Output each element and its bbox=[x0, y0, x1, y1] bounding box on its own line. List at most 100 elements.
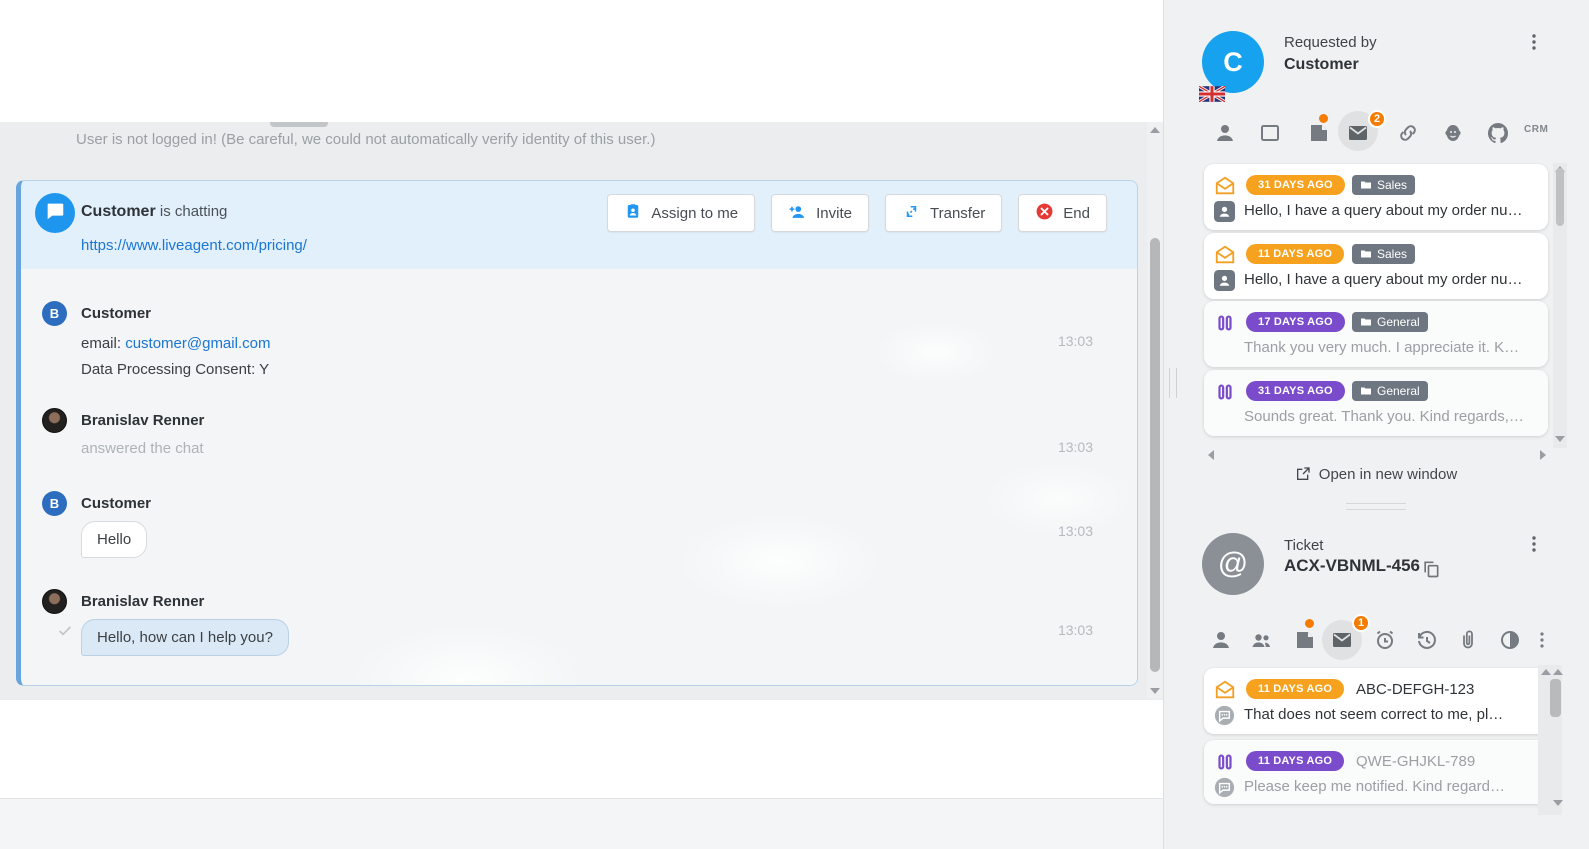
folder-icon bbox=[1360, 385, 1372, 397]
ticket-snippet: Thank you very much. I appreciate it. K… bbox=[1244, 339, 1536, 356]
department-label: Sales bbox=[1377, 178, 1407, 192]
chat-status-title: Customer is chatting bbox=[81, 203, 227, 221]
ticket-snippet: That does not seem correct to me, pl… bbox=[1244, 706, 1536, 723]
more-tabs-icon[interactable] bbox=[1530, 628, 1554, 652]
message-author: Branislav Renner bbox=[81, 412, 204, 429]
department-label: Sales bbox=[1377, 247, 1407, 261]
mail-badge-count: 2 bbox=[1368, 110, 1386, 128]
ticket-menu-icon[interactable] bbox=[1522, 532, 1546, 556]
group-tab-icon[interactable] bbox=[1250, 628, 1274, 652]
customer-message-bubble: Hello bbox=[81, 521, 147, 558]
visited-page-link[interactable]: https://www.liveagent.com/pricing/ bbox=[81, 237, 307, 254]
ticket-card[interactable]: 11 DAYS AGO QWE-GHJKL-789 Please keep me… bbox=[1204, 740, 1548, 804]
chat-scrollbar-thumb[interactable] bbox=[1150, 238, 1160, 672]
ticket-snippet: Hello, I have a query about my order nu… bbox=[1244, 271, 1536, 288]
scroll-right-arrow[interactable] bbox=[1540, 450, 1546, 460]
history-tab-icon[interactable] bbox=[1415, 628, 1439, 652]
notes-badge-dot bbox=[1317, 112, 1330, 125]
not-logged-in-notice: User is not logged in! (Be careful, we c… bbox=[76, 131, 655, 148]
chat-actions: Assign to me Invite Transfer End bbox=[607, 194, 1107, 232]
folder-icon bbox=[1360, 316, 1372, 328]
attachment-tab-icon[interactable] bbox=[1456, 628, 1480, 652]
transfer-button[interactable]: Transfer bbox=[885, 194, 1002, 232]
crm-tab-icon[interactable]: CRM bbox=[1524, 124, 1548, 148]
at-sign-glyph: @ bbox=[1218, 547, 1248, 581]
scroll-up-arrow[interactable] bbox=[1553, 669, 1563, 675]
uk-flag-icon bbox=[1199, 86, 1225, 102]
scroll-down-arrow[interactable] bbox=[1553, 800, 1563, 806]
message-time: 13:03 bbox=[1058, 333, 1093, 349]
pause-icon bbox=[1214, 381, 1236, 403]
open-mail-icon bbox=[1214, 175, 1236, 197]
notes-tab-icon[interactable] bbox=[1307, 121, 1331, 145]
ticket-card[interactable]: 31 DAYS AGO General Sounds great. Thank … bbox=[1204, 370, 1548, 436]
tickets-scrollbar-thumb[interactable] bbox=[1556, 168, 1564, 226]
scroll-down-arrow[interactable] bbox=[1150, 688, 1160, 694]
email-link[interactable]: customer@gmail.com bbox=[125, 335, 270, 352]
folder-icon bbox=[1360, 179, 1372, 191]
person-plus-icon bbox=[788, 202, 807, 225]
related-tickets-scrollbar-thumb[interactable] bbox=[1550, 679, 1561, 717]
panel-resize-handle[interactable] bbox=[1169, 368, 1177, 398]
reply-compose-area[interactable] bbox=[0, 700, 1163, 798]
mailchimp-tab-icon[interactable] bbox=[1441, 121, 1465, 145]
age-badge: 31 DAYS AGO bbox=[1246, 381, 1345, 401]
contact-tab-icon[interactable] bbox=[1213, 121, 1237, 145]
end-chat-button[interactable]: End bbox=[1018, 194, 1107, 232]
assign-label: Assign to me bbox=[651, 205, 738, 222]
ticket-avatar: @ bbox=[1202, 533, 1264, 595]
ticket-card[interactable]: 17 DAYS AGO General Thank you very much.… bbox=[1204, 301, 1548, 367]
open-in-new-window-link[interactable]: Open in new window bbox=[1204, 466, 1548, 483]
chat-window-tab-icon[interactable] bbox=[1258, 121, 1282, 145]
scroll-up-arrow[interactable] bbox=[1150, 127, 1160, 133]
invite-label: Invite bbox=[816, 205, 852, 222]
section-resize-handle[interactable] bbox=[1346, 503, 1406, 510]
contact-tab-icon[interactable] bbox=[1209, 628, 1233, 652]
mail-tab-icon[interactable] bbox=[1330, 628, 1354, 652]
ticket-snippet: Please keep me notified. Kind regard… bbox=[1244, 778, 1536, 795]
notes-tab-icon[interactable] bbox=[1293, 628, 1317, 652]
scroll-left-arrow[interactable] bbox=[1208, 450, 1214, 460]
scroll-up-arrow[interactable] bbox=[1541, 669, 1551, 675]
chat-dots-icon bbox=[1214, 777, 1235, 798]
age-badge: 11 DAYS AGO bbox=[1246, 244, 1344, 264]
chat-dots-icon bbox=[1214, 705, 1235, 726]
copy-ticket-code-icon[interactable] bbox=[1421, 559, 1441, 579]
ticket-card[interactable]: 11 DAYS AGO ABC-DEFGH-123 That does not … bbox=[1204, 668, 1548, 734]
invite-button[interactable]: Invite bbox=[771, 194, 869, 232]
assign-icon bbox=[624, 202, 642, 224]
folder-icon bbox=[1360, 248, 1372, 260]
department-label: General bbox=[1377, 315, 1420, 329]
requested-by-label: Requested by bbox=[1284, 34, 1377, 51]
department-tag: Sales bbox=[1352, 244, 1415, 264]
delivered-check-icon bbox=[57, 623, 73, 644]
ticket-card[interactable]: 31 DAYS AGO Sales Hello, I have a query … bbox=[1204, 164, 1548, 230]
link-tab-icon[interactable] bbox=[1396, 121, 1420, 145]
chat-panel: User is not logged in! (Be careful, we c… bbox=[0, 0, 1163, 849]
status-text: is chatting bbox=[160, 203, 228, 220]
github-tab-icon[interactable] bbox=[1486, 121, 1510, 145]
mail-tab-icon[interactable] bbox=[1346, 121, 1370, 145]
cut-off-element bbox=[270, 122, 328, 127]
chat-bubble-avatar bbox=[35, 193, 75, 233]
ticket-code: ACX-VBNML-456 bbox=[1284, 556, 1420, 576]
alarm-tab-icon[interactable] bbox=[1373, 628, 1397, 652]
related-ticket-code: ABC-DEFGH-123 bbox=[1356, 681, 1474, 698]
ticket-card[interactable]: 11 DAYS AGO Sales Hello, I have a query … bbox=[1204, 233, 1548, 299]
age-badge: 11 DAYS AGO bbox=[1246, 679, 1344, 699]
customer-avatar: B bbox=[42, 301, 67, 326]
open-in-new-label: Open in new window bbox=[1319, 466, 1457, 483]
details-sidebar: C Requested by Customer 2 CRM bbox=[1163, 0, 1589, 849]
compose-toolbar bbox=[0, 798, 1163, 849]
end-icon bbox=[1035, 202, 1054, 225]
requester-menu-icon[interactable] bbox=[1522, 30, 1546, 54]
ticket-snippet: Sounds great. Thank you. Kind regards,… bbox=[1244, 408, 1536, 425]
open-in-new-icon bbox=[1295, 466, 1311, 482]
agent-avatar bbox=[42, 408, 67, 433]
related-ticket-code: QWE-GHJKL-789 bbox=[1356, 753, 1475, 770]
scroll-down-arrow[interactable] bbox=[1555, 436, 1565, 442]
assign-to-me-button[interactable]: Assign to me bbox=[607, 194, 755, 232]
message-author: Customer bbox=[81, 305, 151, 322]
age-badge: 11 DAYS AGO bbox=[1246, 751, 1344, 771]
sla-tab-icon[interactable] bbox=[1498, 628, 1522, 652]
